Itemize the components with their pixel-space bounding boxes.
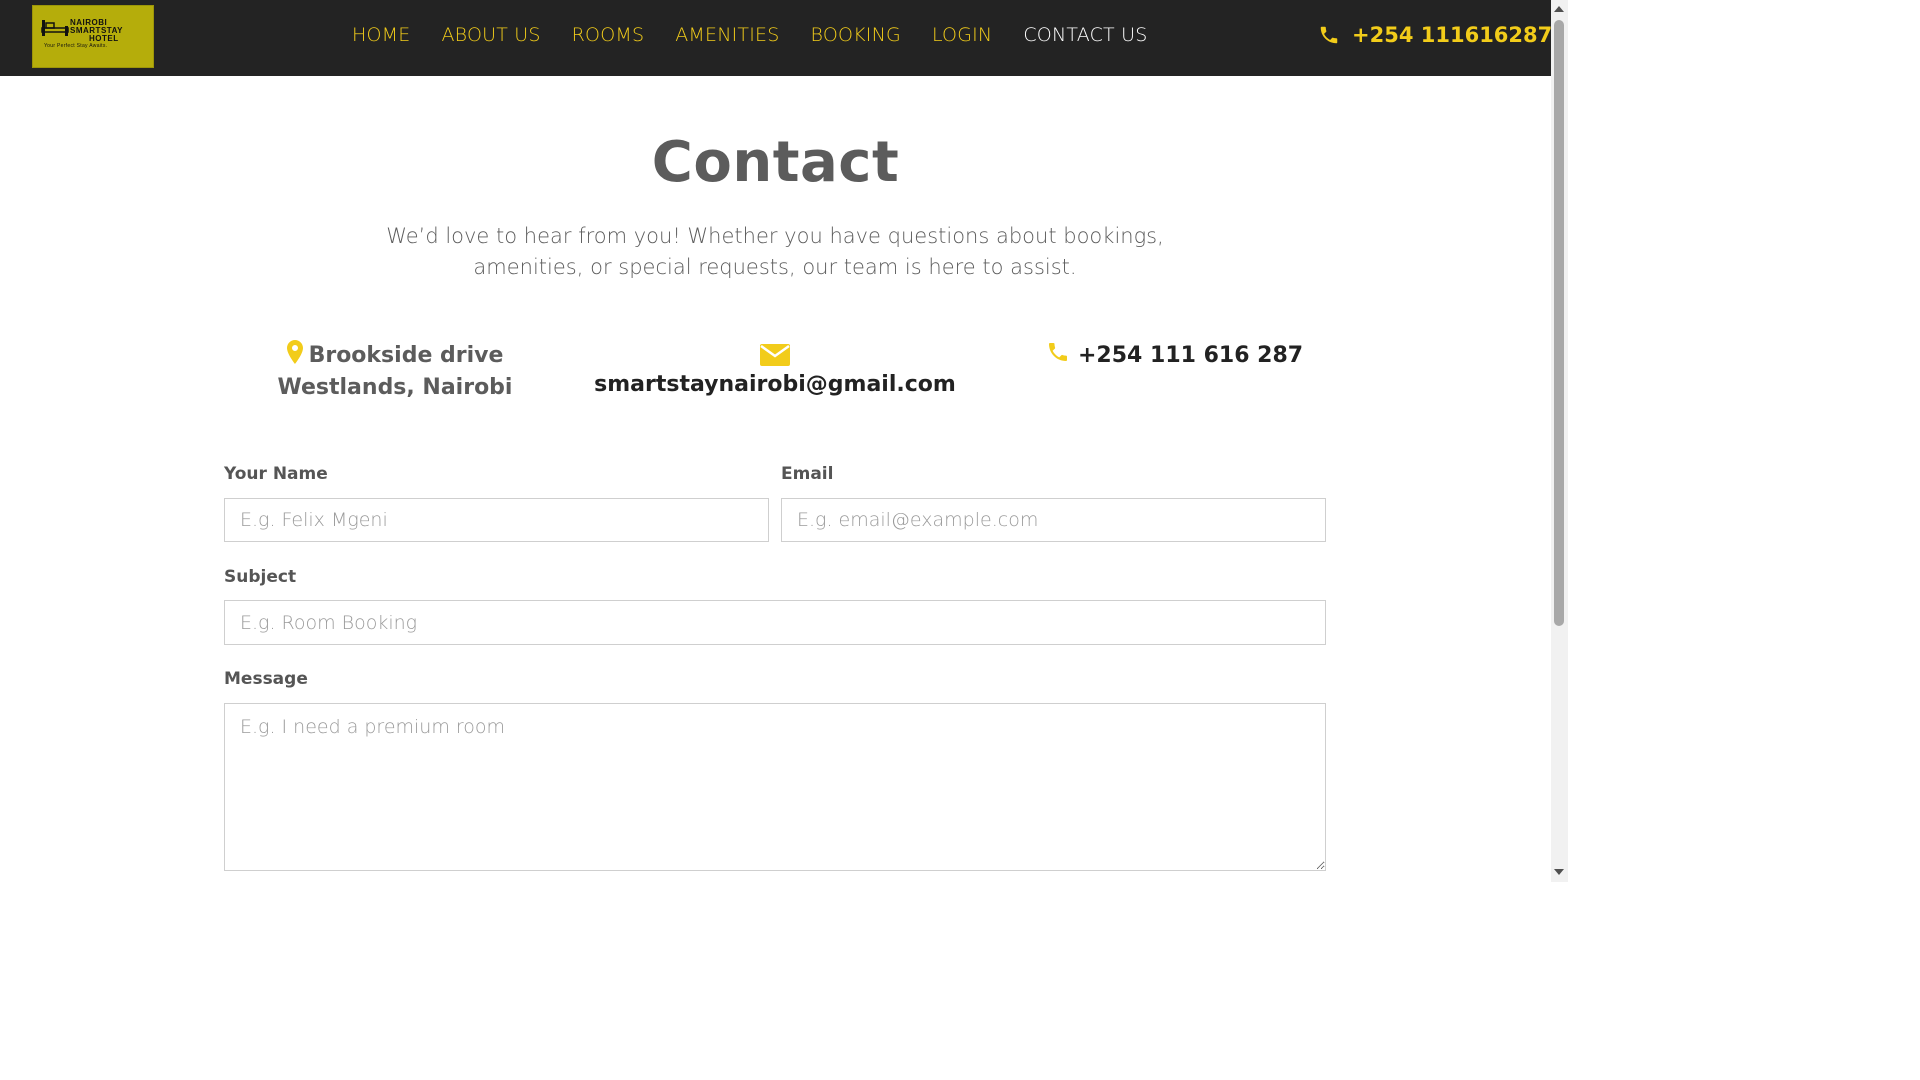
- nav-about-us[interactable]: ABOUT US: [441, 24, 540, 46]
- email-input[interactable]: [781, 498, 1326, 542]
- scrollbar-thumb[interactable]: [1554, 20, 1564, 626]
- nav-rooms[interactable]: ROOMS: [572, 24, 645, 46]
- message-textarea[interactable]: [224, 703, 1326, 871]
- intro-text: We’d love to hear from you! Whether you …: [386, 224, 1164, 279]
- phone-link[interactable]: +254 111 616 287: [1078, 343, 1303, 368]
- page-title: Contact: [651, 130, 900, 195]
- name-input[interactable]: [224, 498, 769, 542]
- top-navbar: NAIROBI SMARTSTAY HOTEL Your Perfect Sta…: [0, 0, 1552, 76]
- nav-phone-link[interactable]: +254 111616287: [1318, 23, 1552, 47]
- nav-phone-number: +254 111616287: [1352, 23, 1553, 47]
- scroll-down-arrow-icon[interactable]: [1554, 869, 1564, 875]
- main-nav: HOME ABOUT US ROOMS AMENITIES BOOKING LO…: [352, 24, 1178, 46]
- contact-address: Brookside drive Westlands, Nairobi: [270, 340, 520, 403]
- address-line1: Brookside drive: [308, 343, 504, 368]
- bed-icon: [41, 20, 69, 36]
- email-link[interactable]: smartstaynairobi@gmail.com: [594, 372, 956, 397]
- nav-login[interactable]: LOGIN: [932, 24, 992, 46]
- map-marker-icon: [286, 340, 303, 373]
- phone-icon: [1320, 26, 1338, 44]
- logo-tagline: Your Perfect Stay Awaits.: [44, 43, 108, 49]
- nav-home[interactable]: HOME: [352, 24, 410, 46]
- envelope-icon: [560, 340, 990, 370]
- subject-input[interactable]: [224, 600, 1326, 645]
- nav-amenities[interactable]: AMENITIES: [675, 24, 779, 46]
- hotel-logo[interactable]: NAIROBI SMARTSTAY HOTEL Your Perfect Sta…: [32, 5, 154, 68]
- name-label: Your Name: [224, 464, 328, 484]
- nav-contact-us[interactable]: CONTACT US: [1023, 24, 1147, 46]
- address-line2: Westlands, Nairobi: [277, 375, 513, 400]
- scroll-up-arrow-icon[interactable]: [1554, 6, 1564, 12]
- contact-phone: +254 111 616 287: [1046, 340, 1303, 373]
- message-label: Message: [224, 669, 308, 689]
- email-label: Email: [781, 464, 834, 484]
- subject-label: Subject: [224, 567, 297, 587]
- contact-email: smartstaynairobi@gmail.com: [560, 340, 990, 400]
- nav-booking[interactable]: BOOKING: [811, 24, 901, 46]
- phone-icon: [1046, 340, 1070, 373]
